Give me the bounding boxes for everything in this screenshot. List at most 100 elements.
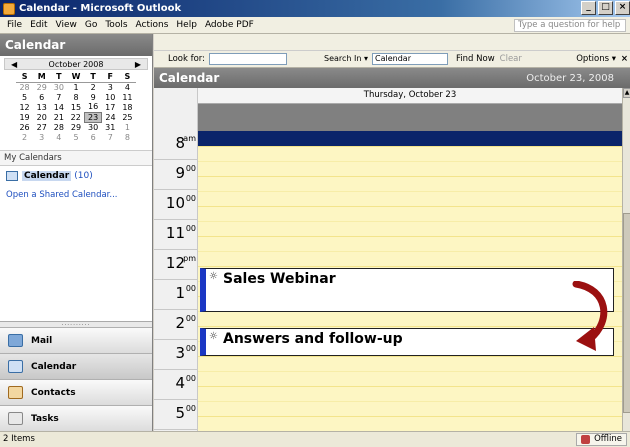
search-in-dropdown[interactable]: Search In ▾ bbox=[290, 54, 370, 64]
vertical-scrollbar[interactable]: ▲ bbox=[622, 88, 630, 431]
date-navigator-day[interactable]: 14 bbox=[50, 102, 67, 112]
menu-view[interactable]: View bbox=[52, 20, 81, 30]
date-navigator-day[interactable]: 27 bbox=[33, 122, 50, 132]
maximize-button[interactable]: □ bbox=[598, 1, 613, 15]
date-navigator-day[interactable]: 28 bbox=[50, 122, 67, 132]
menu-file[interactable]: File bbox=[3, 20, 26, 30]
clear-button[interactable]: Clear bbox=[500, 54, 522, 64]
date-navigator-day[interactable]: 16 bbox=[85, 102, 102, 112]
calendar-list-item[interactable]: Calendar (10) bbox=[0, 166, 152, 186]
appointment-answers-follow-up[interactable]: ☼ Answers and follow-up bbox=[200, 328, 614, 356]
window-title: Calendar - Microsoft Outlook bbox=[19, 3, 182, 14]
date-navigator-day[interactable]: 22 bbox=[67, 112, 84, 122]
date-navigator-day[interactable]: 6 bbox=[33, 92, 50, 102]
date-navigator-day[interactable]: 25 bbox=[119, 112, 136, 122]
date-navigator-day[interactable]: 29 bbox=[33, 82, 50, 92]
nav-button-tasks[interactable]: Tasks bbox=[0, 405, 152, 431]
look-for-input[interactable] bbox=[209, 53, 288, 65]
close-search-icon[interactable]: × bbox=[621, 54, 628, 64]
date-navigator-day[interactable]: 31 bbox=[102, 122, 119, 132]
search-in-value[interactable]: Calendar bbox=[372, 53, 449, 65]
scrollbar-thumb[interactable] bbox=[623, 213, 630, 413]
menu-help[interactable]: Help bbox=[172, 20, 201, 30]
date-navigator-day[interactable]: 4 bbox=[119, 82, 136, 92]
date-navigator-day[interactable]: 19 bbox=[16, 112, 33, 122]
weekday-header: T bbox=[50, 71, 68, 83]
open-shared-calendar-link[interactable]: Open a Shared Calendar... bbox=[0, 186, 152, 204]
date-navigator-day[interactable]: 18 bbox=[119, 102, 136, 112]
day-header[interactable]: Thursday, October 23 bbox=[198, 88, 622, 104]
date-navigator-header: ◀ October 2008 ▶ bbox=[4, 58, 148, 70]
date-navigator-day[interactable]: 30 bbox=[85, 122, 102, 132]
menu-edit[interactable]: Edit bbox=[26, 20, 51, 30]
all-day-event-area[interactable] bbox=[198, 104, 622, 131]
nav-button-calendar[interactable]: Calendar bbox=[0, 353, 152, 379]
minimize-button[interactable]: _ bbox=[581, 1, 596, 15]
date-navigator-day[interactable]: 4 bbox=[50, 132, 67, 142]
appointment-sales-webinar[interactable]: ☼ Sales Webinar bbox=[200, 268, 614, 312]
date-navigator-day[interactable]: 13 bbox=[33, 102, 50, 112]
date-navigator-day[interactable]: 12 bbox=[16, 102, 33, 112]
options-button[interactable]: Options ▾ bbox=[576, 54, 616, 64]
date-navigator-day[interactable]: 20 bbox=[33, 112, 50, 122]
nav-button-label: Calendar bbox=[31, 361, 77, 372]
hour-label: 11 00 bbox=[154, 221, 198, 250]
date-navigator-day[interactable]: 29 bbox=[67, 122, 84, 132]
date-navigator-day[interactable]: 15 bbox=[67, 102, 84, 112]
time-slot-divider bbox=[198, 266, 622, 267]
hour-label: 3 00 bbox=[154, 341, 198, 370]
toolbar bbox=[154, 34, 630, 51]
date-navigator-day[interactable]: 17 bbox=[102, 102, 119, 112]
close-button[interactable]: × bbox=[615, 1, 630, 15]
date-navigator-day[interactable]: 8 bbox=[67, 92, 84, 102]
date-navigator-day[interactable]: 3 bbox=[33, 132, 50, 142]
prev-month-arrow-icon[interactable]: ◀ bbox=[11, 60, 17, 69]
date-navigator-day[interactable]: 7 bbox=[102, 132, 119, 142]
hour-suffix: pm bbox=[183, 254, 196, 263]
hour-suffix: 00 bbox=[185, 284, 196, 293]
date-navigator-day[interactable]: 10 bbox=[102, 92, 119, 102]
hour-number: 12 bbox=[165, 254, 185, 272]
hour-label: 1 00 bbox=[154, 281, 198, 310]
date-navigator-day[interactable]: 30 bbox=[50, 82, 67, 92]
date-navigator-day[interactable]: 21 bbox=[50, 112, 67, 122]
date-navigator-day[interactable]: 3 bbox=[102, 82, 119, 92]
menu-actions[interactable]: Actions bbox=[132, 20, 173, 30]
menu-go[interactable]: Go bbox=[81, 20, 101, 30]
help-question-input[interactable]: Type a question for help bbox=[514, 19, 626, 32]
date-navigator-day[interactable]: 5 bbox=[16, 92, 33, 102]
offline-status-button[interactable]: Offline bbox=[576, 433, 627, 446]
date-navigator-day[interactable]: 6 bbox=[85, 132, 102, 142]
date-navigator-day[interactable]: 7 bbox=[50, 92, 67, 102]
date-navigator-day[interactable]: 28 bbox=[16, 82, 33, 92]
menu-adobe-pdf[interactable]: Adobe PDF bbox=[201, 20, 258, 30]
status-bar: 2 Items Offline bbox=[0, 431, 630, 447]
date-navigator-day[interactable]: 11 bbox=[119, 92, 136, 102]
nav-button-contacts[interactable]: Contacts bbox=[0, 379, 152, 405]
date-navigator-day[interactable]: 9 bbox=[85, 92, 102, 102]
hour-suffix: am bbox=[183, 134, 196, 143]
nav-button-mail[interactable]: Mail bbox=[0, 327, 152, 353]
hour-number: 4 bbox=[175, 374, 185, 392]
hour-number: 11 bbox=[165, 224, 185, 242]
date-navigator-day[interactable]: 2 bbox=[85, 82, 102, 92]
hour-suffix: 00 bbox=[185, 194, 196, 203]
date-navigator-day[interactable]: 8 bbox=[119, 132, 136, 142]
date-navigator: ◀ October 2008 ▶ SMTWTFS 28 29 30 1 2 3 4 5 6 7 8 9… bbox=[0, 56, 152, 144]
date-navigator-day[interactable]: 26 bbox=[16, 122, 33, 132]
scroll-up-arrow-icon[interactable]: ▲ bbox=[623, 88, 630, 98]
date-navigator-day[interactable]: 23 bbox=[84, 111, 103, 123]
date-navigator-day[interactable]: 1 bbox=[67, 82, 84, 92]
time-slot-divider bbox=[198, 251, 622, 252]
hour-number: 1 bbox=[175, 284, 185, 302]
next-month-arrow-icon[interactable]: ▶ bbox=[135, 60, 141, 69]
find-now-button[interactable]: Find Now bbox=[456, 54, 495, 64]
day-view: 8 am 9 00 10 00 11 00 12 pm 1 00 2 00 3 00 4 00 5 00 Thursd… bbox=[154, 88, 622, 431]
hour-label: 10 00 bbox=[154, 191, 198, 220]
date-navigator-day[interactable]: 2 bbox=[16, 132, 33, 142]
date-navigator-day[interactable]: 24 bbox=[102, 112, 119, 122]
date-navigator-day[interactable]: 5 bbox=[67, 132, 84, 142]
date-navigator-day[interactable]: 1 bbox=[119, 122, 136, 132]
hour-label: 12 pm bbox=[154, 251, 198, 280]
menu-tools[interactable]: Tools bbox=[101, 20, 131, 30]
